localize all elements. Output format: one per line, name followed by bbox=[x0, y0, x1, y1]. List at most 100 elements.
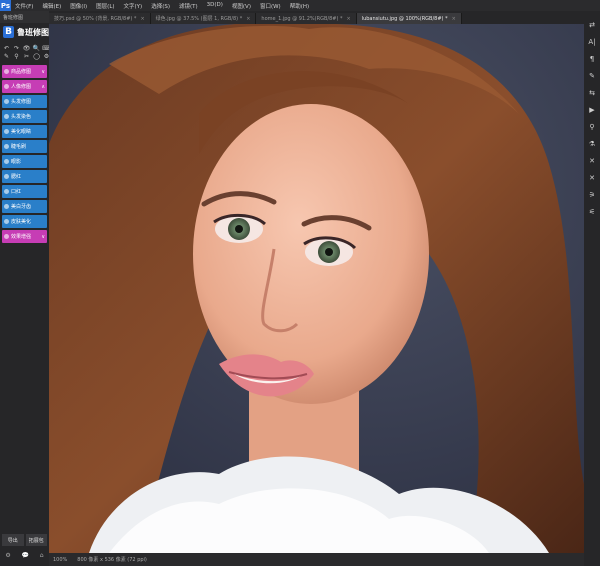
brush-icon[interactable]: ✎ bbox=[589, 72, 595, 80]
feature-label: 睫毛刷 bbox=[11, 144, 27, 150]
brand-name: 鲁班修图 bbox=[17, 27, 49, 37]
chat-icon[interactable]: 💬 bbox=[22, 552, 29, 559]
feature-label: 眼影 bbox=[11, 159, 22, 165]
feature-eye-enhance[interactable]: 美化眼睛 bbox=[2, 125, 47, 138]
tab-doc-3[interactable]: home_1.jpg @ 91.2%(RGB/8#) * × bbox=[256, 13, 357, 24]
tab-label: lubansiutu.jpg @ 100%(RGB/8#) * bbox=[361, 15, 448, 22]
menu-type[interactable]: 文字(Y) bbox=[124, 2, 143, 10]
feature-hair-retouch[interactable]: 头发修图 bbox=[2, 95, 47, 108]
zoom-icon[interactable]: 🔍 bbox=[32, 45, 41, 52]
cross-icon[interactable]: ✕ bbox=[589, 157, 595, 165]
chevron-down-icon: ∨ bbox=[41, 68, 45, 75]
feature-icon bbox=[4, 204, 9, 209]
menu-filter[interactable]: 滤镜(T) bbox=[179, 2, 198, 10]
menu-edit[interactable]: 编辑(E) bbox=[42, 2, 61, 10]
feature-blush[interactable]: 腮红 bbox=[2, 170, 47, 183]
undo-icon[interactable]: ↶ bbox=[2, 45, 11, 52]
home-icon[interactable]: ⌂ bbox=[40, 552, 44, 559]
document-canvas[interactable] bbox=[49, 24, 584, 553]
close-icon[interactable]: × bbox=[347, 16, 351, 22]
feature-label: 头发修图 bbox=[11, 99, 32, 105]
search-icon[interactable]: ⚲ bbox=[589, 123, 594, 131]
feature-hair-dye[interactable]: 头发染色 bbox=[2, 110, 47, 123]
tab-doc-4-active[interactable]: lubansiutu.jpg @ 100%(RGB/8#) * × bbox=[356, 13, 462, 24]
circle-icon[interactable]: ◯ bbox=[32, 53, 41, 60]
play-icon[interactable]: ▶ bbox=[589, 106, 594, 114]
feature-label: 效果增强 bbox=[11, 234, 32, 240]
tab-doc-1[interactable]: 技巧.psd @ 50% (背景, RGB/8#) * × bbox=[49, 13, 151, 24]
dropper-icon[interactable]: ⚲ bbox=[12, 53, 21, 60]
menu-items: 文件(F) 编辑(E) 图像(I) 图层(L) 文字(Y) 选择(S) 滤镜(T… bbox=[15, 2, 309, 10]
panel-header[interactable]: 鲁班修图 bbox=[0, 11, 49, 23]
feature-icon bbox=[4, 234, 9, 239]
settings-icon[interactable]: ⚙ bbox=[5, 552, 10, 559]
feature-portrait-retouch[interactable]: 人像修图 ∧ bbox=[2, 80, 47, 93]
tab-doc-2[interactable]: 绿色.jpg @ 37.5% (图层 1, RGB/8) * × bbox=[150, 13, 257, 24]
swap-icon[interactable]: ⇄ bbox=[589, 21, 595, 29]
menu-help[interactable]: 帮助(H) bbox=[290, 2, 309, 10]
feature-effect-enhance[interactable]: 效果增强 ∨ bbox=[2, 230, 47, 243]
paragraph-icon[interactable]: ¶ bbox=[590, 55, 594, 63]
tab-label: 技巧.psd @ 50% (背景, RGB/8#) * bbox=[54, 16, 137, 22]
panel-left-icon[interactable]: ⚞ bbox=[589, 191, 595, 199]
feature-label: 头发染色 bbox=[11, 114, 32, 120]
menu-layer[interactable]: 图层(L) bbox=[96, 2, 114, 10]
feature-icon bbox=[4, 174, 9, 179]
feature-icon bbox=[4, 99, 9, 104]
feature-product-retouch[interactable]: 商品修图 ∨ bbox=[2, 65, 47, 78]
extension-button[interactable]: 拓展包 bbox=[25, 534, 47, 546]
adjust-icon[interactable]: ⇆ bbox=[589, 89, 595, 97]
menu-select[interactable]: 选择(S) bbox=[151, 2, 170, 10]
menu-bar: Ps 文件(F) 编辑(E) 图像(I) 图层(L) 文字(Y) 选择(S) 滤… bbox=[0, 0, 600, 11]
brand: B 鲁班修图 bbox=[0, 23, 49, 41]
feature-lipstick[interactable]: 口红 bbox=[2, 185, 47, 198]
panel-right-icon[interactable]: ⚟ bbox=[589, 208, 595, 216]
menu-image[interactable]: 图像(I) bbox=[70, 2, 87, 10]
feature-label: 美化眼睛 bbox=[11, 129, 32, 135]
feature-label: 口红 bbox=[11, 189, 22, 195]
close-icon[interactable]: × bbox=[452, 16, 456, 22]
menu-view[interactable]: 视图(V) bbox=[232, 2, 251, 10]
document-info[interactable]: 800 像素 x 536 像素 (72 ppi) bbox=[77, 556, 147, 563]
feature-teeth-whiten[interactable]: 美白牙齿 bbox=[2, 200, 47, 213]
feature-label: 商品修图 bbox=[11, 69, 32, 75]
chevron-up-icon: ∧ bbox=[41, 83, 45, 90]
feature-icon bbox=[4, 129, 9, 134]
feature-label: 美白牙齿 bbox=[11, 204, 32, 210]
right-toolbar: ⇄ A| ¶ ✎ ⇆ ▶ ⚲ ⚗ ✕ ✕ ⚞ ⚟ bbox=[584, 11, 600, 566]
status-bar: 100% 800 像素 x 536 像素 (72 ppi) bbox=[49, 553, 584, 566]
eye-icon[interactable]: 👁 bbox=[22, 45, 31, 52]
export-button[interactable]: 导出 bbox=[2, 534, 24, 546]
portrait-photo bbox=[49, 24, 584, 553]
feature-skin-beautify[interactable]: 皮肤美化 bbox=[2, 215, 47, 228]
feature-label: 皮肤美化 bbox=[11, 219, 32, 225]
zoom-level[interactable]: 100% bbox=[53, 557, 67, 563]
panel-tools: ↶ ↷ 👁 🔍 ⌨ ✎ ⚲ ✂ ◯ ⚙ bbox=[0, 41, 51, 63]
scissors-icon[interactable]: ✂ bbox=[22, 53, 31, 60]
feature-list: 商品修图 ∨ 人像修图 ∧ 头发修图 头发染色 美化眼睛 睫毛刷 眼影 腮红 口红 … bbox=[0, 65, 49, 243]
brush-icon[interactable]: ✎ bbox=[2, 53, 11, 60]
chevron-down-icon: ∨ bbox=[41, 233, 45, 240]
feature-label: 人像修图 bbox=[11, 84, 32, 90]
feature-icon bbox=[4, 114, 9, 119]
close-icon[interactable]: × bbox=[140, 16, 144, 22]
tab-label: 绿色.jpg @ 37.5% (图层 1, RGB/8) * bbox=[155, 16, 243, 22]
plugin-panel: 鲁班修图 B 鲁班修图 ↶ ↷ 👁 🔍 ⌨ ✎ ⚲ ✂ ◯ ⚙ 商品修图 ∨ 人像… bbox=[0, 11, 51, 566]
menu-3d[interactable]: 3D(D) bbox=[207, 2, 223, 10]
feature-icon bbox=[4, 189, 9, 194]
brand-logo: B bbox=[3, 26, 14, 38]
feature-icon bbox=[4, 219, 9, 224]
feature-icon bbox=[4, 84, 9, 89]
panel-bottom: 导出 拓展包 ⚙ 💬 ⌂ bbox=[0, 534, 49, 566]
menu-file[interactable]: 文件(F) bbox=[15, 2, 33, 10]
close-icon[interactable]: × bbox=[246, 16, 250, 22]
menu-window[interactable]: 窗口(W) bbox=[260, 2, 281, 10]
cross-icon-2[interactable]: ✕ bbox=[589, 174, 595, 182]
redo-icon[interactable]: ↷ bbox=[12, 45, 21, 52]
feature-eyelash[interactable]: 睫毛刷 bbox=[2, 140, 47, 153]
feature-label: 腮红 bbox=[11, 174, 22, 180]
feature-eyeshadow[interactable]: 眼影 bbox=[2, 155, 47, 168]
character-icon[interactable]: A| bbox=[588, 38, 595, 46]
flask-icon[interactable]: ⚗ bbox=[589, 140, 595, 148]
document-tabs: 技巧.psd @ 50% (背景, RGB/8#) * × 绿色.jpg @ 37… bbox=[49, 11, 584, 24]
